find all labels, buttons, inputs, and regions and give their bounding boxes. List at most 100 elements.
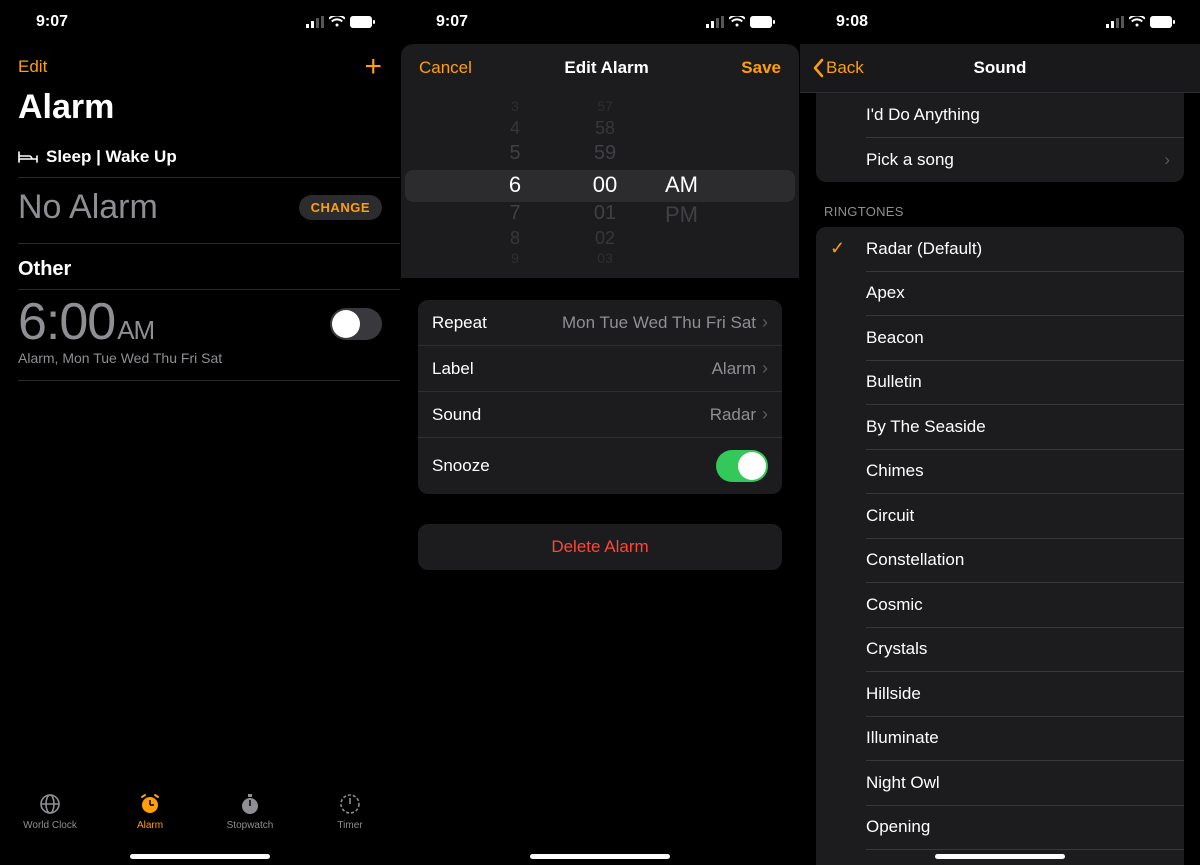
sound-row[interactable]: Sound Radar› [418, 391, 782, 437]
hour-wheel[interactable]: 3 4 5 6 7 8 9 [485, 92, 545, 278]
battery-icon [350, 16, 376, 28]
alarm-time: 6:00AM [18, 296, 382, 348]
modal-title: Edit Alarm [564, 58, 648, 78]
cellular-icon [306, 16, 324, 28]
status-icons [306, 16, 376, 28]
check-icon: ✓ [830, 238, 845, 259]
status-bar: 9:07 [0, 0, 400, 44]
home-indicator[interactable] [130, 854, 270, 859]
ringtone-row[interactable]: Illuminate [816, 716, 1184, 760]
snooze-row: Snooze [418, 437, 782, 494]
alarm-icon [137, 791, 163, 817]
ringtone-label: Radar (Default) [866, 239, 982, 259]
add-alarm-button[interactable]: + [364, 52, 382, 82]
songs-group: I'd Do Anything Pick a song› [816, 93, 1184, 182]
battery-icon [1150, 16, 1176, 28]
song-row[interactable]: I'd Do Anything [816, 93, 1184, 137]
ringtone-row[interactable]: Cosmic [816, 583, 1184, 627]
label-row[interactable]: Label Alarm› [418, 345, 782, 391]
ringtone-row[interactable]: By The Seaside [816, 405, 1184, 449]
wifi-icon [729, 16, 745, 28]
modal-header: Cancel Edit Alarm Save [401, 44, 799, 92]
alarm-list-screen: 9:07 Edit + Alarm Sleep | Wake Up No Ala… [0, 0, 400, 865]
snooze-toggle[interactable] [716, 450, 768, 482]
battery-icon [750, 16, 776, 28]
page-title: Sound [974, 58, 1027, 78]
ringtone-row[interactable]: Crystals [816, 627, 1184, 671]
ringtone-label: Cosmic [866, 595, 923, 615]
ringtone-label: Constellation [866, 550, 964, 570]
sleep-section-header: Sleep | Wake Up [0, 137, 400, 177]
ringtone-label: Hillside [866, 684, 921, 704]
cancel-button[interactable]: Cancel [419, 58, 472, 78]
ringtone-label: Crystals [866, 639, 927, 659]
no-alarm-text: No Alarm [18, 188, 158, 227]
ringtone-label: Circuit [866, 506, 914, 526]
alarm-row[interactable]: 6:00AM Alarm, Mon Tue Wed Thu Fri Sat [0, 290, 400, 380]
ringtone-label: Illuminate [866, 728, 939, 748]
sound-list-scroll[interactable]: I'd Do Anything Pick a song› RINGTONES ✓… [800, 93, 1200, 865]
ringtone-row[interactable]: Chimes [816, 449, 1184, 493]
edit-button[interactable]: Edit [18, 57, 47, 77]
ringtone-row[interactable]: Circuit [816, 494, 1184, 538]
tab-world-clock[interactable]: World Clock [0, 791, 100, 865]
time-picker[interactable]: 3 4 5 6 7 8 9 57 58 59 00 01 02 03 AM PM [401, 92, 799, 278]
tab-timer[interactable]: Timer [300, 791, 400, 865]
ampm-wheel[interactable]: AM PM [665, 92, 715, 278]
back-button[interactable]: Back [812, 58, 864, 78]
stopwatch-icon [237, 791, 263, 817]
page-title: Alarm [0, 84, 400, 137]
timer-icon [337, 791, 363, 817]
status-bar: 9:08 [800, 0, 1200, 44]
sleep-section-label: Sleep | Wake Up [46, 147, 177, 167]
home-indicator[interactable] [935, 854, 1065, 859]
ringtone-label: Playtime [866, 862, 931, 865]
ringtone-row[interactable]: Beacon [816, 316, 1184, 360]
pick-song-row[interactable]: Pick a song› [816, 138, 1184, 182]
ringtones-section-header: RINGTONES [800, 182, 1200, 227]
status-time: 9:07 [36, 13, 68, 31]
ringtone-row[interactable]: Opening [816, 805, 1184, 849]
nav-header: Back Sound [800, 44, 1200, 93]
alarm-settings-group: Repeat Mon Tue Wed Thu Fri Sat› Label Al… [418, 300, 782, 494]
ringtone-label: Night Owl [866, 773, 940, 793]
save-button[interactable]: Save [741, 58, 781, 78]
tab-bar: World Clock Alarm Stopwatch Timer [0, 785, 400, 865]
change-button[interactable]: CHANGE [299, 195, 382, 220]
globe-icon [37, 791, 63, 817]
ringtone-label: Apex [866, 283, 905, 303]
status-icons [706, 16, 776, 28]
ringtone-row[interactable]: Hillside [816, 672, 1184, 716]
other-section-header: Other [0, 244, 400, 289]
alarm-repeat-label: Alarm, Mon Tue Wed Thu Fri Sat [18, 350, 382, 366]
ringtone-row[interactable]: Constellation [816, 538, 1184, 582]
status-icons [1106, 16, 1176, 28]
ringtones-group: ✓ Radar (Default) Apex Beacon Bulletin By The… [816, 227, 1184, 865]
status-time: 9:07 [436, 13, 468, 31]
repeat-row[interactable]: Repeat Mon Tue Wed Thu Fri Sat› [418, 300, 782, 345]
wifi-icon [1129, 16, 1145, 28]
minute-wheel[interactable]: 57 58 59 00 01 02 03 [575, 92, 635, 278]
ringtone-row[interactable]: Bulletin [816, 360, 1184, 404]
ringtone-label: By The Seaside [866, 417, 986, 437]
wifi-icon [329, 16, 345, 28]
ringtone-label: Opening [866, 817, 930, 837]
divider [18, 380, 400, 381]
alarm-toggle[interactable] [330, 308, 382, 340]
chevron-right-icon: › [762, 358, 768, 379]
ringtone-label: Bulletin [866, 372, 922, 392]
status-bar: 9:07 [400, 0, 800, 44]
cellular-icon [1106, 16, 1124, 28]
ringtone-label: Chimes [866, 461, 924, 481]
chevron-left-icon [812, 58, 824, 78]
status-time: 9:08 [836, 13, 868, 31]
chevron-right-icon: › [762, 312, 768, 333]
ringtone-row[interactable]: Night Owl [816, 761, 1184, 805]
ringtone-row[interactable]: ✓ Radar (Default) [816, 227, 1184, 271]
home-indicator[interactable] [530, 854, 670, 859]
sound-picker-screen: 9:08 Back Sound I'd Do Anything Pick a s… [800, 0, 1200, 865]
ringtone-row[interactable]: Apex [816, 271, 1184, 315]
cellular-icon [706, 16, 724, 28]
delete-alarm-button[interactable]: Delete Alarm [418, 524, 782, 570]
edit-alarm-screen: 9:07 Cancel Edit Alarm Save 3 4 5 6 7 8 … [400, 0, 800, 865]
